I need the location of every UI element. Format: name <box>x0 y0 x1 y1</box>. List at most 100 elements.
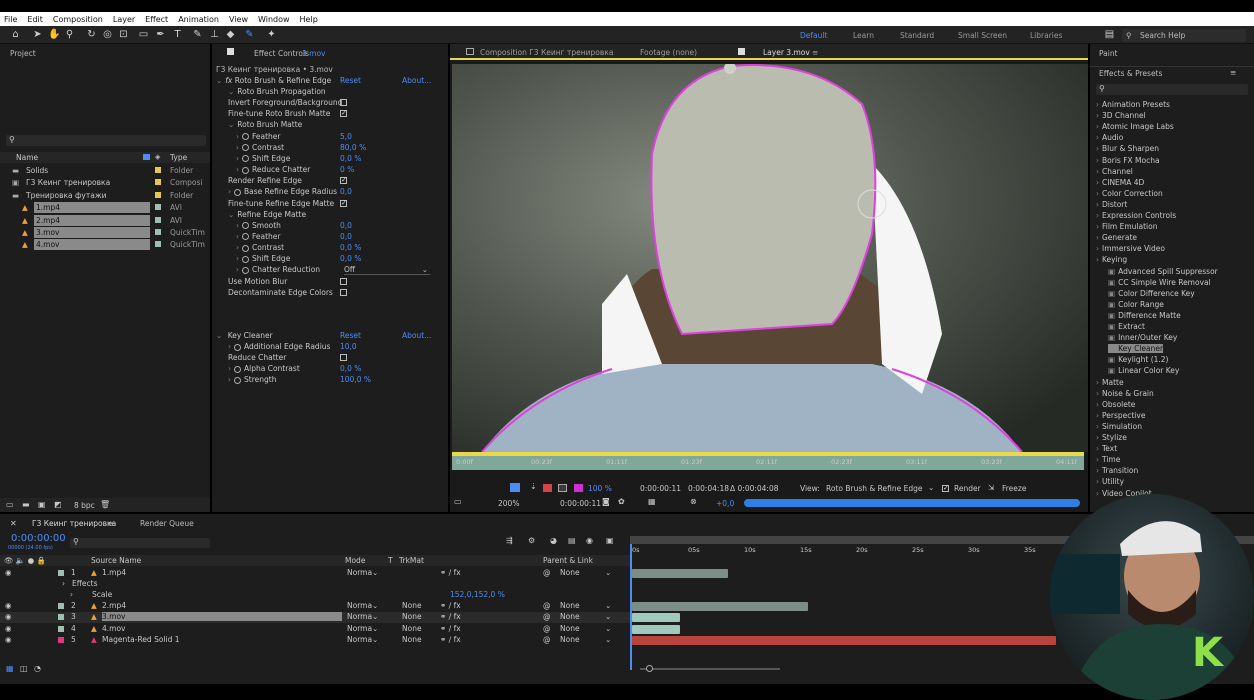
timeline-layer-row[interactable]: › Effects <box>0 579 630 590</box>
trkmat-select[interactable]: None <box>402 612 422 621</box>
effect-item[interactable]: ▣ Advanced Spill Suppressor <box>1108 267 1218 276</box>
project-item[interactable]: ▬ Solids Folder <box>0 165 210 176</box>
panel-layout-icon[interactable]: ▤ <box>1104 29 1115 40</box>
toggle-switches-icon[interactable]: ▦ <box>6 664 14 673</box>
effect-category[interactable]: › Blur & Sharpen <box>1096 144 1159 153</box>
property-value[interactable]: 0,0 <box>340 232 352 241</box>
project-panel-title[interactable]: Project <box>10 49 36 58</box>
stopwatch-icon[interactable] <box>242 155 249 163</box>
source-name-header[interactable]: Source Name <box>91 556 141 565</box>
effect-category[interactable]: › Matte <box>1096 378 1124 387</box>
property-checkbox[interactable] <box>340 277 347 285</box>
stopwatch-icon[interactable] <box>242 144 249 152</box>
effect-category[interactable]: › Boris FX Mocha <box>1096 156 1160 165</box>
tab-footage[interactable]: Footage (none) <box>640 48 697 57</box>
channel-icon[interactable]: ✿ <box>618 497 625 506</box>
trkmat-select[interactable]: None <box>402 601 422 610</box>
effect-property[interactable]: Reduce Chatter <box>228 353 286 362</box>
effect-property[interactable]: ⌄ Refine Edge Matte <box>228 210 428 219</box>
effect-property[interactable]: › Contrast <box>236 143 436 152</box>
project-item[interactable]: ▲ 2.mp4 AVI <box>0 214 210 226</box>
effect-property[interactable]: Use Motion Blur <box>228 277 428 286</box>
shy-layers-icon[interactable]: ◕ <box>550 536 557 545</box>
chevron-down-icon[interactable]: ⌄ <box>372 635 378 644</box>
eraser-tool-icon[interactable]: ◆ <box>225 29 236 40</box>
reset-roto-button[interactable]: Reset <box>340 76 361 85</box>
trkmat-select[interactable]: None <box>402 624 422 633</box>
stopwatch-icon[interactable] <box>242 233 249 241</box>
layer-switches-icon[interactable]: ⚭ ∕ fx <box>440 601 461 610</box>
layer-switches-icon[interactable]: ⚭ ∕ fx <box>440 612 461 621</box>
frame-blending-icon[interactable]: ▤ <box>568 536 576 545</box>
layer-duration-bar[interactable] <box>632 624 680 634</box>
bit-depth-label[interactable]: 8 bpc <box>74 501 95 510</box>
timeline-layer-row[interactable]: ◉ 5 ▲ Magenta-Red Solid 1 Norma ⌄ None ⚭ ∕ fx @ N… <box>0 635 630 646</box>
chevron-down-icon[interactable]: ⌄ <box>372 568 378 577</box>
rectangle-tool-icon[interactable]: ▭ <box>138 29 149 40</box>
effect-category[interactable]: › Simulation <box>1096 422 1142 431</box>
expand-icon[interactable]: › <box>70 590 73 599</box>
panel-lock-icon[interactable] <box>227 48 234 55</box>
about-roto-link[interactable]: About... <box>402 76 431 85</box>
graph-editor-icon[interactable]: ▣ <box>606 536 614 545</box>
tab-menu-icon[interactable]: ≡ <box>812 48 818 57</box>
interpret-footage-icon[interactable]: ▭ <box>6 500 14 509</box>
effect-category[interactable]: › Time <box>1096 455 1120 464</box>
property-value[interactable]: 80,0 % <box>340 143 366 152</box>
comp-flowchart-icon[interactable]: ⇶ <box>506 536 513 545</box>
trkmat-select[interactable]: None <box>402 635 422 644</box>
scale-value[interactable]: 152,0,152,0 % <box>450 590 505 599</box>
timeline-layer-row[interactable]: ◉ 1 ▲ 1.mp4 Norma ⌄ ⚭ ∕ fx @ None ⌄ <box>0 568 630 579</box>
render-checkbox[interactable] <box>942 485 949 492</box>
parent-pickwhip-icon[interactable]: @ <box>543 612 551 621</box>
effect-category[interactable]: › Stylize <box>1096 433 1127 442</box>
parent-pickwhip-icon[interactable]: @ <box>543 635 551 644</box>
effect-property[interactable]: › Feather <box>236 132 436 141</box>
effect-key-cleaner-header[interactable]: ⌄ Key Cleaner <box>216 331 273 340</box>
workspace-small-screen[interactable]: Small Screen <box>958 31 1007 40</box>
effect-category[interactable]: › Obsolete <box>1096 400 1135 409</box>
effect-property[interactable]: › Alpha Contrast <box>228 364 300 373</box>
effect-category[interactable]: › Perspective <box>1096 411 1145 420</box>
effect-category[interactable]: › Expression Controls <box>1096 211 1176 220</box>
layer-duration-bar[interactable] <box>632 613 680 623</box>
expand-icon[interactable]: › <box>228 364 231 373</box>
mode-header[interactable]: Mode <box>345 556 365 565</box>
effect-category[interactable]: › Noise & Grain <box>1096 389 1154 398</box>
effect-property[interactable]: › Additional Edge Radius <box>228 342 330 351</box>
label-color-swatch[interactable] <box>155 241 161 248</box>
overlay-opacity[interactable]: 100 % <box>588 484 612 493</box>
parent-pickwhip-icon[interactable]: @ <box>543 624 551 633</box>
collapse-icon[interactable]: ⌄ <box>228 87 234 96</box>
chevron-down-icon[interactable]: ⌄ <box>372 601 378 610</box>
selection-tool-icon[interactable]: ➤ <box>32 29 43 40</box>
property-value[interactable]: 0,0 % <box>340 243 361 252</box>
label-color-swatch[interactable] <box>155 229 161 235</box>
zoom-select[interactable]: 200% <box>498 499 519 508</box>
label-color-swatch[interactable] <box>58 636 64 643</box>
render-queue-tab[interactable]: Render Queue <box>140 519 194 528</box>
label-color-swatch[interactable] <box>58 603 64 610</box>
effect-controls-tab[interactable]: Effect Controls <box>254 49 309 58</box>
zoom-slider[interactable] <box>640 665 780 672</box>
collapse-icon[interactable]: ⌄ <box>216 76 222 85</box>
project-item[interactable]: ▬ Тренировка футажи Folder <box>0 190 210 201</box>
effect-category[interactable]: › Text <box>1096 444 1117 453</box>
expand-icon[interactable]: › <box>62 579 65 588</box>
effect-item[interactable]: ▣ Keylight (1.2) <box>1108 355 1168 364</box>
expand-icon[interactable]: › <box>236 165 239 174</box>
effect-property[interactable]: ⌄ Roto Brush Matte <box>228 120 428 129</box>
hand-tool-icon[interactable]: ✋ <box>48 29 60 40</box>
stopwatch-icon[interactable] <box>242 244 249 252</box>
toggle-modes-icon[interactable]: ◫ <box>20 664 28 673</box>
property-value[interactable]: 100,0 % <box>340 375 371 384</box>
stopwatch-icon[interactable] <box>242 255 249 263</box>
effect-property[interactable]: Fine-tune Refine Edge Matte <box>228 199 428 208</box>
effect-category[interactable]: › Animation Presets <box>1096 100 1170 109</box>
chevron-down-icon[interactable]: ⌄ <box>605 568 611 577</box>
effect-property[interactable]: › Smooth <box>236 221 436 230</box>
chevron-down-icon[interactable]: ⌄ <box>605 624 611 633</box>
rotate-tool-icon[interactable]: ↻ <box>86 29 97 40</box>
zoom-slider-handle[interactable] <box>646 665 653 672</box>
stopwatch-icon[interactable] <box>234 188 241 196</box>
